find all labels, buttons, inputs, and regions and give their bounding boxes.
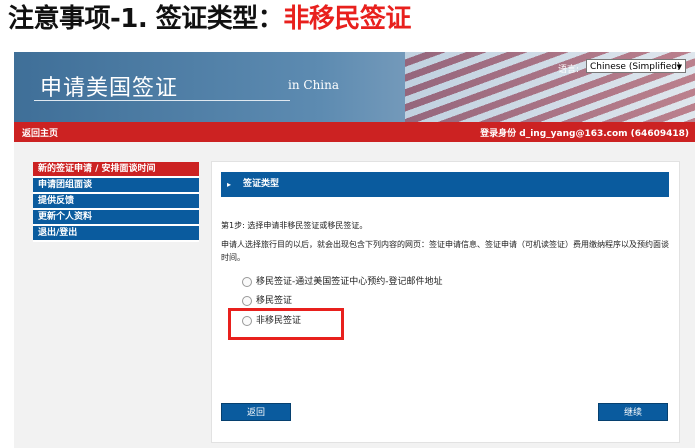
sidebar-item-new-application[interactable]: 新的签证申请 / 安排面谈时间	[33, 162, 199, 178]
sidebar-item-feedback[interactable]: 提供反馈	[33, 194, 199, 210]
language-label: 语言:	[558, 65, 580, 75]
language-select-value: Chinese (Simplified)	[590, 62, 681, 72]
step-description: 申请人选择旅行目的以后，就会出现包含下列内容的网页：签证申请信息、签证申请（可机…	[221, 240, 669, 262]
home-link[interactable]: 返回主页	[22, 126, 58, 139]
site-banner: 申请美国签证 in China 语言: Chinese (Simplified)…	[14, 52, 695, 122]
visa-type-panel: ▸ 签证类型 第1步: 选择申请非移民签证或移民签证。 申请人选择旅行目的以后，…	[211, 161, 680, 443]
banner-divider	[34, 100, 290, 101]
heading-accent: 非移民签证	[283, 4, 411, 34]
login-info: 登录身份 d_ing_yang@163.com (64609418)	[480, 129, 689, 139]
chevron-down-icon: ▼	[676, 63, 682, 71]
step-instruction: 第1步: 选择申请非移民签证或移民签证。	[221, 221, 368, 230]
panel-header-title: 签证类型	[243, 179, 280, 189]
radio-button[interactable]	[242, 277, 252, 287]
panel-header: ▸ 签证类型	[221, 172, 669, 197]
sidebar-item-update-profile[interactable]: 更新个人资料	[33, 210, 199, 226]
sidebar-menu: 新的签证申请 / 安排面谈时间 申请团组面谈 提供反馈 更新个人资料 退出/登出	[33, 162, 199, 242]
back-button[interactable]: 返回	[221, 403, 291, 421]
sidebar-item-group-interview[interactable]: 申请团组面谈	[33, 178, 199, 194]
top-nav-bar: 返回主页 登录身份 d_ing_yang@163.com (64609418)	[14, 122, 695, 142]
banner-title: 申请美国签证	[40, 76, 179, 101]
option-label: 移民签证-通过美国签证中心预约-登记邮件地址	[256, 277, 443, 287]
caret-right-icon: ▸	[227, 180, 232, 189]
option-label: 移民签证	[256, 296, 293, 306]
highlight-box	[228, 308, 344, 340]
sidebar-item-logout[interactable]: 退出/登出	[33, 226, 199, 242]
heading-prefix: 注意事项-1. 签证类型：	[8, 4, 284, 34]
radio-button[interactable]	[242, 296, 252, 306]
page-heading: 注意事项-1. 签证类型：非移民签证	[8, 2, 411, 36]
language-select[interactable]: Chinese (Simplified) ▼	[586, 59, 686, 73]
continue-button[interactable]: 继续	[598, 403, 668, 421]
banner-subtitle: in China	[288, 78, 340, 92]
